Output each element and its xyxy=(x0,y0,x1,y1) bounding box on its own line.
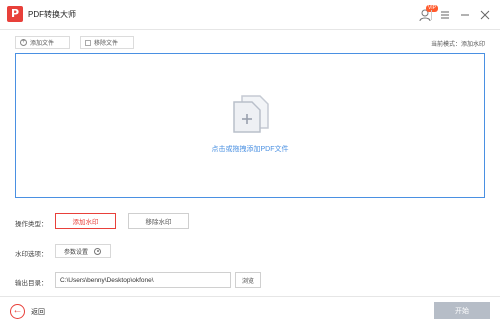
menu-icon[interactable] xyxy=(438,8,452,22)
remove-file-icon xyxy=(85,39,91,46)
back-arrow-icon: ← xyxy=(10,304,25,319)
remove-file-label: 移除文件 xyxy=(94,41,119,47)
bottom-bar: ← 返回 开始 xyxy=(0,296,500,333)
back-button[interactable]: ← 返回 xyxy=(10,304,45,319)
file-drop-area[interactable]: 点击或拖拽添加PDF文件 xyxy=(15,53,485,198)
add-file-label: 添加文件 xyxy=(30,41,55,47)
add-watermark-button[interactable]: 添加水印 xyxy=(55,213,116,229)
window-controls xyxy=(425,0,500,30)
current-mode-text: 当前模式：添加水印 xyxy=(430,42,485,48)
divider xyxy=(431,10,432,20)
browse-button[interactable]: 浏览 xyxy=(235,272,261,288)
output-path-input[interactable] xyxy=(55,272,231,288)
back-label: 返回 xyxy=(31,308,45,316)
add-circle-icon: + xyxy=(20,39,27,46)
remove-file-button[interactable]: 移除文件 xyxy=(80,36,134,49)
title-bar: P PDF转换大师 VIP xyxy=(0,0,500,30)
gear-icon xyxy=(94,247,102,255)
close-icon[interactable] xyxy=(478,8,492,22)
app-logo-icon: P xyxy=(7,6,23,22)
start-button[interactable]: 开始 xyxy=(434,302,490,319)
minimize-icon[interactable] xyxy=(458,8,472,22)
output-dir-label: 输出目录： xyxy=(15,280,48,287)
remove-watermark-button[interactable]: 移除水印 xyxy=(128,213,189,229)
add-document-icon xyxy=(233,95,269,133)
app-title: PDF转换大师 xyxy=(28,10,76,19)
operation-type-label: 操作类型： xyxy=(15,221,48,228)
add-file-button[interactable]: + 添加文件 xyxy=(15,36,70,49)
drop-hint: 点击或拖拽添加PDF文件 xyxy=(211,146,289,153)
watermark-options-label: 水印选项： xyxy=(15,251,48,258)
param-settings-label: 参数设置 xyxy=(64,249,89,256)
param-settings-button[interactable]: 参数设置 xyxy=(55,244,111,258)
